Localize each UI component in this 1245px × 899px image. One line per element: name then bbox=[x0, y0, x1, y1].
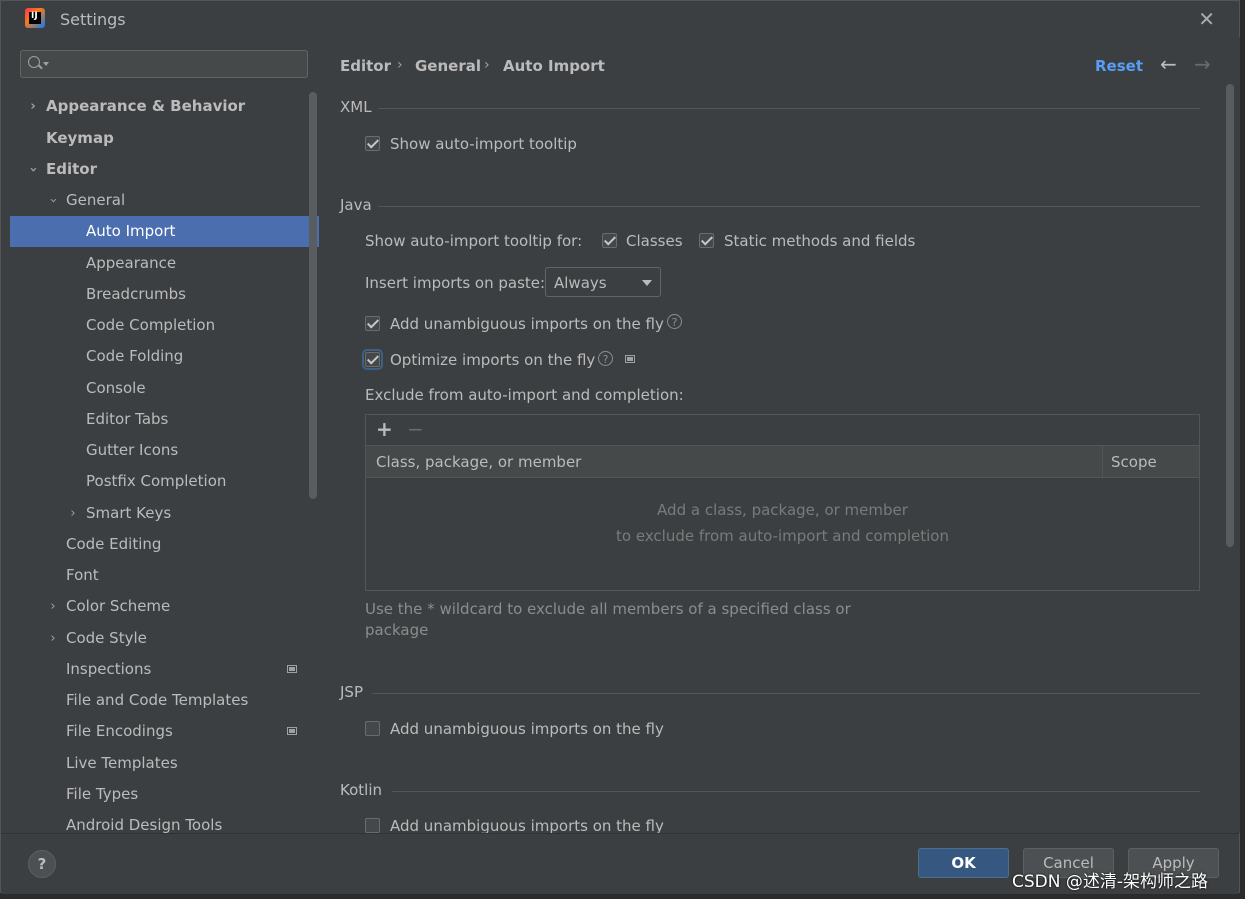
sidebar-item-postfix-completion[interactable]: Postfix Completion bbox=[10, 466, 319, 497]
sidebar-item-gutter-icons[interactable]: Gutter Icons bbox=[10, 435, 319, 466]
section-divider bbox=[378, 206, 1200, 207]
classes-label: Classes bbox=[626, 232, 683, 250]
breadcrumb-general[interactable]: General bbox=[415, 57, 481, 75]
sidebar-item-file-code-templates[interactable]: File and Code Templates bbox=[10, 685, 319, 716]
close-icon[interactable]: ✕ bbox=[1198, 7, 1215, 31]
tooltip-for-label: Show auto-import tooltip for: bbox=[365, 232, 583, 250]
watermark-text: CSDN @述清-架构师之路 bbox=[1012, 872, 1209, 892]
kotlin-unambiguous-label: Add unambiguous imports on the fly bbox=[390, 817, 664, 833]
back-arrow-icon[interactable]: ← bbox=[1160, 52, 1177, 76]
sidebar-item-color-scheme[interactable]: › Color Scheme bbox=[10, 591, 319, 622]
sidebar-item-code-folding[interactable]: Code Folding bbox=[10, 341, 319, 372]
column-header-scope[interactable]: Scope bbox=[1111, 453, 1157, 471]
breadcrumb-editor[interactable]: Editor bbox=[340, 57, 391, 75]
column-divider[interactable] bbox=[1102, 446, 1103, 477]
breadcrumb-separator-icon: › bbox=[397, 57, 403, 73]
jsp-unambiguous-checkbox[interactable] bbox=[365, 721, 380, 736]
intellij-logo-icon: IJ bbox=[25, 8, 45, 28]
section-title-xml: XML bbox=[340, 98, 372, 116]
table-toolbar: + − bbox=[366, 415, 1199, 446]
chevron-right-icon[interactable]: › bbox=[26, 91, 40, 122]
sidebar-item-live-templates[interactable]: Live Templates bbox=[10, 748, 319, 779]
wildcard-hint: package bbox=[365, 621, 429, 639]
sidebar-item-code-style[interactable]: › Code Style bbox=[10, 623, 319, 654]
sidebar-scrollbar[interactable] bbox=[309, 92, 317, 499]
unambiguous-imports-checkbox[interactable] bbox=[365, 316, 380, 331]
insert-imports-select[interactable]: Always bbox=[545, 267, 661, 297]
section-divider bbox=[372, 693, 1200, 694]
section-title-jsp: JSP bbox=[340, 683, 363, 701]
sidebar-item-console[interactable]: Console bbox=[10, 373, 319, 404]
section-divider bbox=[378, 108, 1200, 109]
sidebar-item-inspections[interactable]: Inspections bbox=[10, 654, 319, 685]
chevron-right-icon[interactable]: › bbox=[66, 498, 80, 529]
chevron-down-icon[interactable]: › bbox=[38, 194, 69, 208]
exclude-table: + − Class, package, or member Scope Add … bbox=[365, 414, 1200, 591]
show-tooltip-label: Show auto-import tooltip bbox=[390, 135, 577, 153]
settings-dialog: IJ Settings ✕ › Appearance & Behavior Ke… bbox=[0, 0, 1240, 894]
empty-table-text: Add a class, package, or member bbox=[657, 501, 908, 519]
sidebar-item-auto-import[interactable]: Auto Import bbox=[10, 216, 319, 247]
search-input[interactable] bbox=[20, 50, 308, 78]
sidebar-item-keymap[interactable]: Keymap bbox=[10, 123, 319, 154]
sidebar-item-general[interactable]: › General bbox=[10, 185, 319, 216]
sidebar-item-file-encodings[interactable]: File Encodings bbox=[10, 716, 319, 747]
chevron-right-icon[interactable]: › bbox=[46, 623, 60, 654]
help-icon[interactable]: ? bbox=[667, 314, 682, 329]
static-methods-checkbox[interactable] bbox=[699, 233, 714, 248]
remove-icon: − bbox=[407, 417, 424, 441]
chevron-right-icon[interactable]: › bbox=[46, 591, 60, 622]
search-icon bbox=[28, 56, 40, 68]
exclude-label: Exclude from auto-import and completion: bbox=[365, 386, 684, 404]
sidebar-item-android-design-tools[interactable]: Android Design Tools bbox=[10, 810, 319, 833]
empty-table-text: to exclude from auto-import and completi… bbox=[616, 527, 949, 545]
sidebar-item-appearance-behavior[interactable]: › Appearance & Behavior bbox=[10, 91, 319, 122]
sidebar-item-appearance[interactable]: Appearance bbox=[10, 248, 319, 279]
static-methods-label: Static methods and fields bbox=[724, 232, 916, 250]
section-title-java: Java bbox=[340, 196, 372, 214]
section-divider bbox=[392, 791, 1200, 792]
settings-content: Editor › General › Auto Import Reset ← →… bbox=[320, 37, 1240, 833]
classes-checkbox[interactable] bbox=[602, 233, 617, 248]
help-icon[interactable]: ? bbox=[598, 351, 613, 366]
sidebar-item-file-types[interactable]: File Types bbox=[10, 779, 319, 810]
jsp-unambiguous-label: Add unambiguous imports on the fly bbox=[390, 720, 664, 738]
content-scrollbar[interactable] bbox=[1226, 84, 1234, 547]
settings-sidebar: › Appearance & Behavior Keymap › Editor … bbox=[10, 37, 319, 833]
project-scope-icon bbox=[287, 727, 297, 735]
show-tooltip-checkbox[interactable] bbox=[365, 136, 380, 151]
chevron-down-icon[interactable]: › bbox=[18, 163, 49, 177]
chevron-down-icon bbox=[642, 280, 652, 286]
project-scope-icon bbox=[625, 355, 635, 363]
window-title: Settings bbox=[60, 10, 126, 29]
sidebar-item-font[interactable]: Font bbox=[10, 560, 319, 591]
ok-button[interactable]: OK bbox=[918, 848, 1009, 878]
sidebar-item-code-completion[interactable]: Code Completion bbox=[10, 310, 319, 341]
sidebar-item-breadcrumbs[interactable]: Breadcrumbs bbox=[10, 279, 319, 310]
sidebar-item-smart-keys[interactable]: › Smart Keys bbox=[10, 498, 319, 529]
column-header-member[interactable]: Class, package, or member bbox=[376, 453, 581, 471]
sidebar-item-editor[interactable]: › Editor bbox=[10, 154, 319, 185]
wildcard-hint: Use the * wildcard to exclude all member… bbox=[365, 600, 851, 618]
breadcrumb-auto-import: Auto Import bbox=[503, 57, 605, 75]
optimize-imports-label: Optimize imports on the fly bbox=[390, 351, 596, 369]
forward-arrow-icon: → bbox=[1194, 52, 1211, 76]
reset-link[interactable]: Reset bbox=[1095, 57, 1143, 75]
project-scope-icon bbox=[287, 665, 297, 673]
help-button[interactable]: ? bbox=[28, 850, 56, 878]
section-title-kotlin: Kotlin bbox=[340, 781, 382, 799]
table-header: Class, package, or member Scope bbox=[366, 446, 1199, 478]
add-icon[interactable]: + bbox=[376, 417, 393, 441]
sidebar-item-code-editing[interactable]: Code Editing bbox=[10, 529, 319, 560]
sidebar-item-editor-tabs[interactable]: Editor Tabs bbox=[10, 404, 319, 435]
title-bar: IJ Settings ✕ bbox=[1, 1, 1239, 37]
insert-imports-label: Insert imports on paste: bbox=[365, 274, 546, 292]
unambiguous-imports-label: Add unambiguous imports on the fly bbox=[390, 315, 664, 333]
search-options-caret-icon[interactable] bbox=[43, 62, 49, 66]
breadcrumb-separator-icon: › bbox=[484, 57, 490, 73]
kotlin-unambiguous-checkbox[interactable] bbox=[365, 818, 380, 833]
optimize-imports-checkbox[interactable] bbox=[362, 349, 383, 370]
